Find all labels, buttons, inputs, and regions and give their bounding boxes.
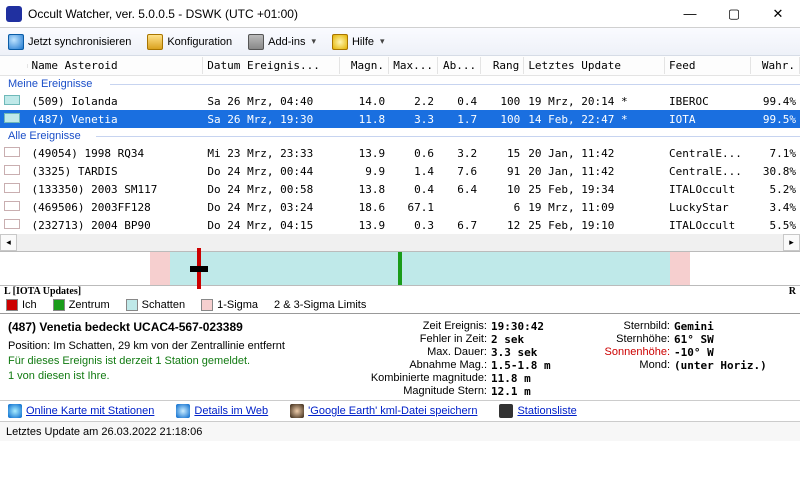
statusbar: Letztes Update am 26.03.2022 21:18:06 — [0, 421, 800, 441]
legend-sigma: 1-Sigma — [217, 299, 258, 311]
legend-sigma-swatch — [201, 299, 213, 311]
app-icon — [6, 6, 22, 22]
table-row[interactable]: (49054) 1998 RQ34Mi 23 Mrz, 23:3313.90.6… — [0, 144, 800, 162]
sigma-zone — [670, 252, 690, 285]
table-row[interactable]: (469506) 2003FF128Do 24 Mrz, 03:2418.667… — [0, 198, 800, 216]
addins-label: Add-ins — [268, 36, 305, 48]
legend-zentrum-swatch — [53, 299, 65, 311]
section-all: Alle Ereignisse — [0, 128, 800, 144]
legend-limits: 2 & 3-Sigma Limits — [274, 299, 366, 311]
event-grid: Name Asteroid Datum Ereignis... Magn. Ma… — [0, 56, 800, 251]
config-label: Konfiguration — [167, 36, 232, 48]
table-row[interactable]: (3325) TARDISDo 24 Mrz, 00:449.91.47.691… — [0, 162, 800, 180]
legend-schatten-swatch — [126, 299, 138, 311]
window-title: Occult Watcher, ver. 5.0.0.5 - DSWK (UTC… — [28, 7, 668, 21]
col-wahr[interactable]: Wahr. — [751, 57, 800, 74]
legend-ich-swatch — [6, 299, 18, 311]
link-details-web[interactable]: Details im Web — [176, 404, 268, 418]
addins-icon — [248, 34, 264, 50]
scroll-left-icon[interactable]: ◂ — [0, 234, 17, 251]
scrollbar-h[interactable]: ◂ ▸ — [0, 234, 800, 251]
links-bar: Online Karte mit Stationen Details im We… — [0, 400, 800, 421]
globe-icon — [8, 404, 22, 418]
col-feed[interactable]: Feed — [665, 57, 751, 74]
timeline-left-label: L [IOTA Updates] — [4, 286, 81, 297]
legend-schatten: Schatten — [142, 299, 185, 311]
center-marker — [398, 252, 402, 285]
titlebar: Occult Watcher, ver. 5.0.0.5 - DSWK (UTC… — [0, 0, 800, 28]
table-row[interactable]: (133350) 2003 SM117Do 24 Mrz, 00:5813.80… — [0, 180, 800, 198]
browser-icon — [176, 404, 190, 418]
list-icon — [499, 404, 513, 418]
minimize-button[interactable]: — — [668, 0, 712, 28]
help-label: Hilfe — [352, 36, 374, 48]
help-icon — [332, 34, 348, 50]
sync-label: Jetzt synchronisieren — [28, 36, 131, 48]
timeline-labels: L [IOTA Updates] R — [0, 286, 800, 297]
col-rang[interactable]: Rang — [481, 57, 524, 74]
table-row[interactable]: (509) IolandaSa 26 Mrz, 04:4014.02.20.41… — [0, 92, 800, 110]
legend-ich: Ich — [22, 299, 37, 311]
close-button[interactable]: ✕ — [756, 0, 800, 28]
details-position: Position: Im Schatten, 29 km von der Zen… — [8, 340, 353, 352]
sync-button[interactable]: Jetzt synchronisieren — [4, 32, 135, 52]
section-mine: Meine Ereignisse — [0, 76, 800, 92]
details-title: (487) Venetia bedeckt UCAC4-567-023389 — [8, 320, 353, 334]
chevron-down-icon: ▾ — [380, 36, 385, 47]
config-icon — [147, 34, 163, 50]
timeline[interactable] — [0, 251, 800, 286]
legend: Ich Zentrum Schatten 1-Sigma 2 & 3-Sigma… — [0, 297, 800, 314]
col-updated[interactable]: Letztes Update — [524, 57, 665, 74]
col-date[interactable]: Datum Ereignis... — [203, 57, 340, 74]
help-button[interactable]: Hilfe ▾ — [328, 32, 389, 52]
link-kml[interactable]: 'Google Earth' kml-Datei speichern — [290, 404, 477, 418]
scroll-right-icon[interactable]: ▸ — [783, 234, 800, 251]
config-button[interactable]: Konfiguration — [143, 32, 236, 52]
sync-icon — [8, 34, 24, 50]
details-panel: (487) Venetia bedeckt UCAC4-567-023389 P… — [0, 314, 800, 400]
link-stationlist[interactable]: Stationsliste — [499, 404, 576, 418]
col-ab[interactable]: Ab... — [438, 57, 481, 74]
legend-zentrum: Zentrum — [69, 299, 110, 311]
details-stations-mine: 1 von diesen ist Ihre. — [8, 370, 353, 382]
link-online-map[interactable]: Online Karte mit Stationen — [8, 404, 154, 418]
col-max[interactable]: Max... — [389, 57, 438, 74]
shadow-zone — [400, 252, 670, 285]
col-icon[interactable] — [0, 64, 28, 68]
chevron-down-icon: ▾ — [311, 36, 316, 47]
table-row[interactable]: (232713) 2004 BP90Do 24 Mrz, 04:1513.90.… — [0, 216, 800, 234]
details-stations: Für dieses Ereignis ist derzeit 1 Statio… — [8, 355, 353, 367]
addins-button[interactable]: Add-ins ▾ — [244, 32, 320, 52]
table-row[interactable]: (487) VenetiaSa 26 Mrz, 19:3011.83.31.71… — [0, 110, 800, 128]
status-text: Letztes Update am 26.03.2022 21:18:06 — [6, 426, 202, 438]
toolbar: Jetzt synchronisieren Konfiguration Add-… — [0, 28, 800, 56]
grid-header[interactable]: Name Asteroid Datum Ereignis... Magn. Ma… — [0, 56, 800, 76]
sigma-zone — [150, 252, 170, 285]
maximize-button[interactable]: ▢ — [712, 0, 756, 28]
col-magn[interactable]: Magn. — [340, 57, 389, 74]
col-name[interactable]: Name Asteroid — [28, 57, 204, 74]
earth-icon — [290, 404, 304, 418]
timeline-right-label: R — [789, 286, 796, 297]
me-marker-cap — [190, 266, 208, 272]
